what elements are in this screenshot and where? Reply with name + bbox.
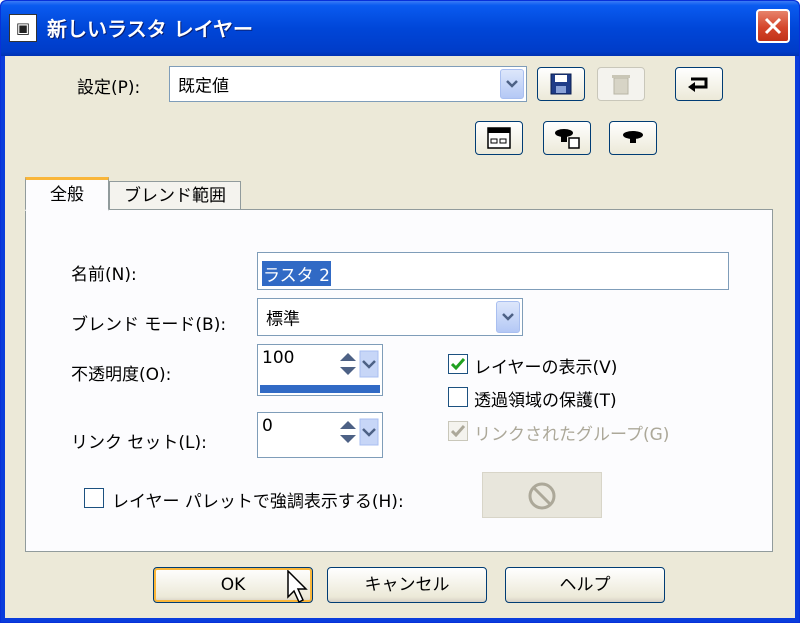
opacity-slider-bar[interactable] [260, 385, 380, 393]
linked-group-label: リンクされたグループ(G) [474, 425, 670, 445]
close-button[interactable] [756, 9, 790, 43]
checkmark-icon [451, 358, 465, 370]
blend-mode-value: 標準 [266, 309, 300, 330]
preset-label: 設定(P): [77, 78, 141, 98]
general-panel: 名前(N): ラスタ 2 ブレンド モード(B): 標準 不透明度(O): 10… [25, 209, 773, 552]
delete-icon [612, 75, 630, 95]
dialog-body: 設定(P): 既定値 全般 ブレンド範囲 名前(N): ラスタ 2 ブレンド モ… [5, 56, 795, 618]
app-layer-icon: ▣ [9, 14, 37, 42]
help-button[interactable]: ヘルプ [505, 567, 665, 603]
show-layer-checkbox[interactable] [448, 354, 468, 374]
save-preset-icon [623, 131, 643, 143]
preset-dropdown-arrow[interactable] [500, 69, 524, 99]
linked-group-checkbox[interactable] [448, 421, 468, 441]
no-color-icon [528, 482, 556, 510]
opacity-label: 不透明度(O): [71, 365, 172, 385]
chevron-down-icon [506, 80, 518, 88]
spin-updown-icon[interactable] [338, 349, 380, 381]
delete-preset-button[interactable] [597, 67, 645, 101]
highlight-label: レイヤー パレットで強調表示する(H): [112, 492, 404, 512]
window-title: 新しいラスタ レイヤー [47, 17, 253, 41]
protect-transparency-label: 透過領域の保護(T) [474, 391, 617, 411]
link-set-stepper[interactable]: 0 [257, 412, 383, 458]
load-preset-button[interactable] [543, 121, 591, 155]
cancel-button[interactable]: キャンセル [327, 567, 487, 603]
show-layer-label: レイヤーの表示(V) [474, 358, 618, 378]
name-input[interactable]: ラスタ 2 [257, 252, 729, 290]
mouse-cursor-icon [287, 570, 308, 604]
preset-dropdown[interactable]: 既定値 [169, 66, 527, 102]
reset-button[interactable] [675, 67, 723, 101]
opacity-stepper[interactable]: 100 [257, 344, 383, 396]
protect-transparency-checkbox[interactable] [448, 387, 468, 407]
dialog-window: ▣ 新しいラスタ レイヤー 設定(P): 既定値 全般 ブレンド範囲 名前(N)… [0, 0, 800, 623]
blend-mode-label: ブレンド モード(B): [71, 315, 227, 335]
close-icon [764, 17, 782, 35]
preset-value: 既定値 [178, 76, 229, 97]
dialog-icon [487, 127, 511, 149]
link-set-label: リンク セット(L): [71, 433, 207, 453]
link-set-value: 0 [262, 416, 273, 436]
save-icon [550, 73, 572, 95]
chevron-down-icon [502, 313, 514, 321]
tab-general[interactable]: 全般 [25, 177, 109, 211]
checkmark-icon [451, 425, 465, 437]
name-input-value: ラスタ 2 [262, 261, 331, 286]
highlight-checkbox[interactable] [84, 488, 104, 508]
title-bar[interactable]: ▣ 新しいラスタ レイヤー [1, 1, 799, 56]
dialog-options-button[interactable] [475, 121, 523, 155]
save-as-preset-button[interactable] [609, 121, 657, 155]
opacity-value: 100 [262, 348, 295, 368]
highlight-color-swatch[interactable] [482, 472, 602, 518]
tab-blend-range[interactable]: ブレンド範囲 [109, 181, 241, 209]
reset-icon [688, 77, 708, 92]
spin-updown-icon[interactable] [338, 417, 380, 449]
blend-mode-dropdown[interactable]: 標準 [257, 298, 523, 336]
load-icon [555, 129, 580, 149]
name-label: 名前(N): [71, 265, 137, 285]
blend-mode-dropdown-arrow[interactable] [496, 301, 520, 333]
save-preset-button[interactable] [537, 67, 585, 101]
